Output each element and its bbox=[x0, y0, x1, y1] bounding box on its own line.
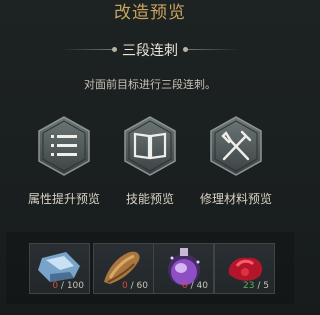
material-count: 0 / 60 bbox=[122, 281, 148, 291]
material-slot-3[interactable]: 0 / 40 bbox=[153, 243, 214, 294]
material-slot-2[interactable]: 0 / 60 bbox=[93, 243, 154, 294]
material-count: 23 / 5 bbox=[243, 281, 269, 291]
skill-name: 三段连刺 bbox=[122, 43, 178, 59]
tools-icon bbox=[210, 116, 262, 176]
repair-material-preview-label: 修理材料预览 bbox=[199, 192, 272, 206]
material-slot-4[interactable]: 23 / 5 bbox=[214, 243, 275, 294]
skill-header: 三段连刺 bbox=[0, 40, 300, 60]
list-icon bbox=[38, 116, 90, 176]
skill-description: 对面前目标进行三段连刺。 bbox=[84, 78, 216, 91]
material-slot-1[interactable]: 0 / 100 bbox=[29, 243, 90, 294]
material-count: 0 / 40 bbox=[182, 281, 208, 291]
book-icon bbox=[124, 116, 176, 176]
material-count: 0 / 100 bbox=[52, 281, 84, 291]
page-title: 改造预览 bbox=[114, 3, 186, 23]
repair-material-preview-button[interactable]: 修理材料预览 bbox=[186, 116, 286, 216]
divider-right bbox=[188, 49, 240, 50]
